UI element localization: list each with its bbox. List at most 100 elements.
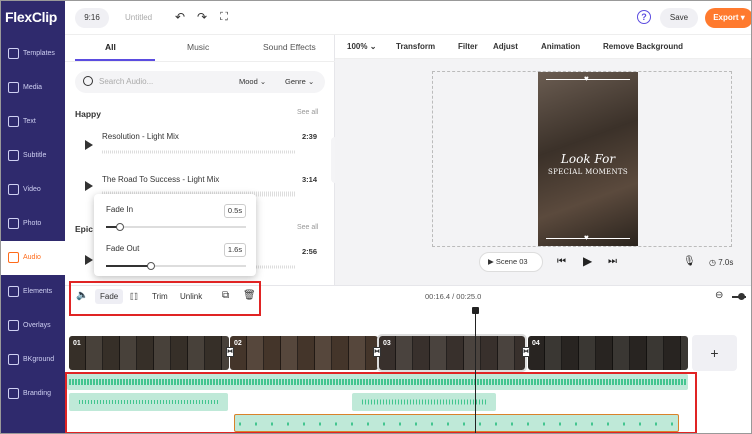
fade-out-fill [106,265,151,267]
transform-button[interactable]: Transform [396,42,435,51]
transition-handle[interactable]: ⧓ [373,347,381,357]
search-bar[interactable]: Search Audio... Mood ⌄ Genre ⌄ [75,71,325,93]
track-name[interactable]: The Road To Success - Light Mix [102,175,219,184]
aspect-ratio-button[interactable]: 9:16 [75,8,109,28]
sidebar-item-templates[interactable]: Templates [1,37,65,71]
clip-thumbnail [579,336,596,370]
text-icon [8,116,19,127]
tab-all[interactable]: All [105,42,116,52]
clip-thumbnail [498,336,515,370]
fade-out-handle[interactable] [146,262,155,270]
subtitle-icon [8,150,19,161]
playhead-handle[interactable] [472,307,479,314]
top-bar: 9:16 Untitled ↶ ↷ ⛶ ? Save Export ▾ [65,1,751,35]
previous-icon[interactable]: ⏮ [557,256,566,267]
sidebar-item-elements[interactable]: Elements [1,275,65,309]
adjust-button[interactable]: Adjust [493,42,518,51]
sidebar-item-audio[interactable]: Audio [1,241,65,275]
playhead[interactable] [475,311,476,433]
sidebar-item-bkground[interactable]: BKground [1,343,65,377]
play-icon[interactable] [85,181,93,191]
fullscreen-icon[interactable]: ⛶ [217,10,231,24]
edit-toolbar: 100% ⌄ Transform Filter Adjust Animation… [335,35,751,59]
next-icon[interactable]: ⏭ [608,256,617,267]
track-duration: 2:39 [302,132,318,141]
fade-in-slider[interactable] [106,223,246,231]
sidebar-item-label: Elements [23,288,53,295]
play-icon[interactable]: ▶ [583,254,592,268]
see-all-link[interactable]: See all [297,109,318,116]
clip-thumbnail [464,336,481,370]
sidebar-item-subtitle[interactable]: Subtitle [1,139,65,173]
tab-sound-effects[interactable]: Sound Effects [263,42,316,52]
clip-thumbnail [664,336,681,370]
animation-button[interactable]: Animation [541,42,580,51]
play-icon[interactable] [85,255,93,265]
preview-subtitle[interactable]: SPECIAL MOMENTS [538,168,638,176]
sidebar-item-text[interactable]: Text [1,105,65,139]
clip-thumbnail [281,336,298,370]
clip-number: 01 [73,340,81,347]
sidebar-item-label: BKground [23,356,55,363]
video-clip[interactable]: 02 [230,336,378,370]
search-input[interactable]: Search Audio... [99,77,153,86]
audio-waveform [239,422,675,426]
search-icon [83,76,93,86]
clip-thumbnail [247,336,264,370]
video-clip[interactable]: 03 [377,334,527,372]
branding-icon [8,388,19,399]
fade-out-label: Fade Out [106,244,140,253]
fade-out-slider[interactable] [106,262,246,270]
play-icon[interactable] [85,140,93,150]
scene-duration[interactable]: ◷ 7.0s [709,258,733,267]
clip-thumbnail [86,336,103,370]
audio-track[interactable] [67,374,688,390]
transition-handle[interactable]: ⧓ [226,347,234,357]
clip-thumbnail [137,336,154,370]
audio-track[interactable] [69,393,228,411]
filter-button[interactable]: Filter [458,42,478,51]
zoom-out-icon[interactable]: ⊖ [715,290,723,301]
save-button[interactable]: Save [660,8,698,28]
transition-handle[interactable]: ⧓ [522,347,530,357]
overlays-icon [8,320,19,331]
tab-music[interactable]: Music [187,42,209,52]
clip-thumbnail [205,336,222,370]
clip-thumbnail [430,336,447,370]
microphone-icon[interactable]: 🎙 [683,256,696,267]
scene-selector[interactable]: ▶ Scene 03 [479,252,543,272]
mood-dropdown[interactable]: Mood ⌄ [239,77,266,86]
export-button[interactable]: Export ▾ [705,8,751,28]
project-title[interactable]: Untitled [125,13,152,22]
sidebar-item-media[interactable]: Media [1,71,65,105]
remove-background-button[interactable]: Remove Background [603,42,683,51]
sidebar-item-label: Overlays [23,322,51,329]
track-duration: 3:14 [302,175,318,184]
undo-icon[interactable]: ↶ [173,10,187,24]
clip-thumbnail [103,336,120,370]
sidebar-item-video[interactable]: Video [1,173,65,207]
fade-in-handle[interactable] [116,223,124,231]
fade-in-value[interactable]: 0.5s [224,204,246,218]
clip-number: 04 [532,340,540,347]
sidebar-item-overlays[interactable]: Overlays [1,309,65,343]
track-name[interactable]: Resolution - Light Mix [102,132,179,141]
zoom-slider-handle[interactable] [738,293,745,300]
see-all-link[interactable]: See all [297,224,318,231]
audio-track-selected[interactable] [234,414,679,432]
sidebar-item-branding[interactable]: Branding [1,377,65,411]
help-icon[interactable]: ? [637,10,651,24]
zoom-label: 100% [347,42,368,51]
add-scene-button[interactable]: + [692,335,737,371]
fade-out-value[interactable]: 1.6s [224,243,246,257]
zoom-dropdown[interactable]: 100% ⌄ [347,42,376,51]
video-preview[interactable]: ♥ Look For SPECIAL MOMENTS ♥ [538,72,638,246]
sidebar-item-photo[interactable]: Photo [1,207,65,241]
video-clip[interactable]: 01 [69,336,229,370]
clip-thumbnail [613,336,630,370]
redo-icon[interactable]: ↷ [195,10,209,24]
genre-dropdown[interactable]: Genre ⌄ [285,77,314,86]
clip-thumbnail [396,336,413,370]
preview-title[interactable]: Look For [538,152,638,166]
video-clip[interactable]: 04 [528,336,688,370]
